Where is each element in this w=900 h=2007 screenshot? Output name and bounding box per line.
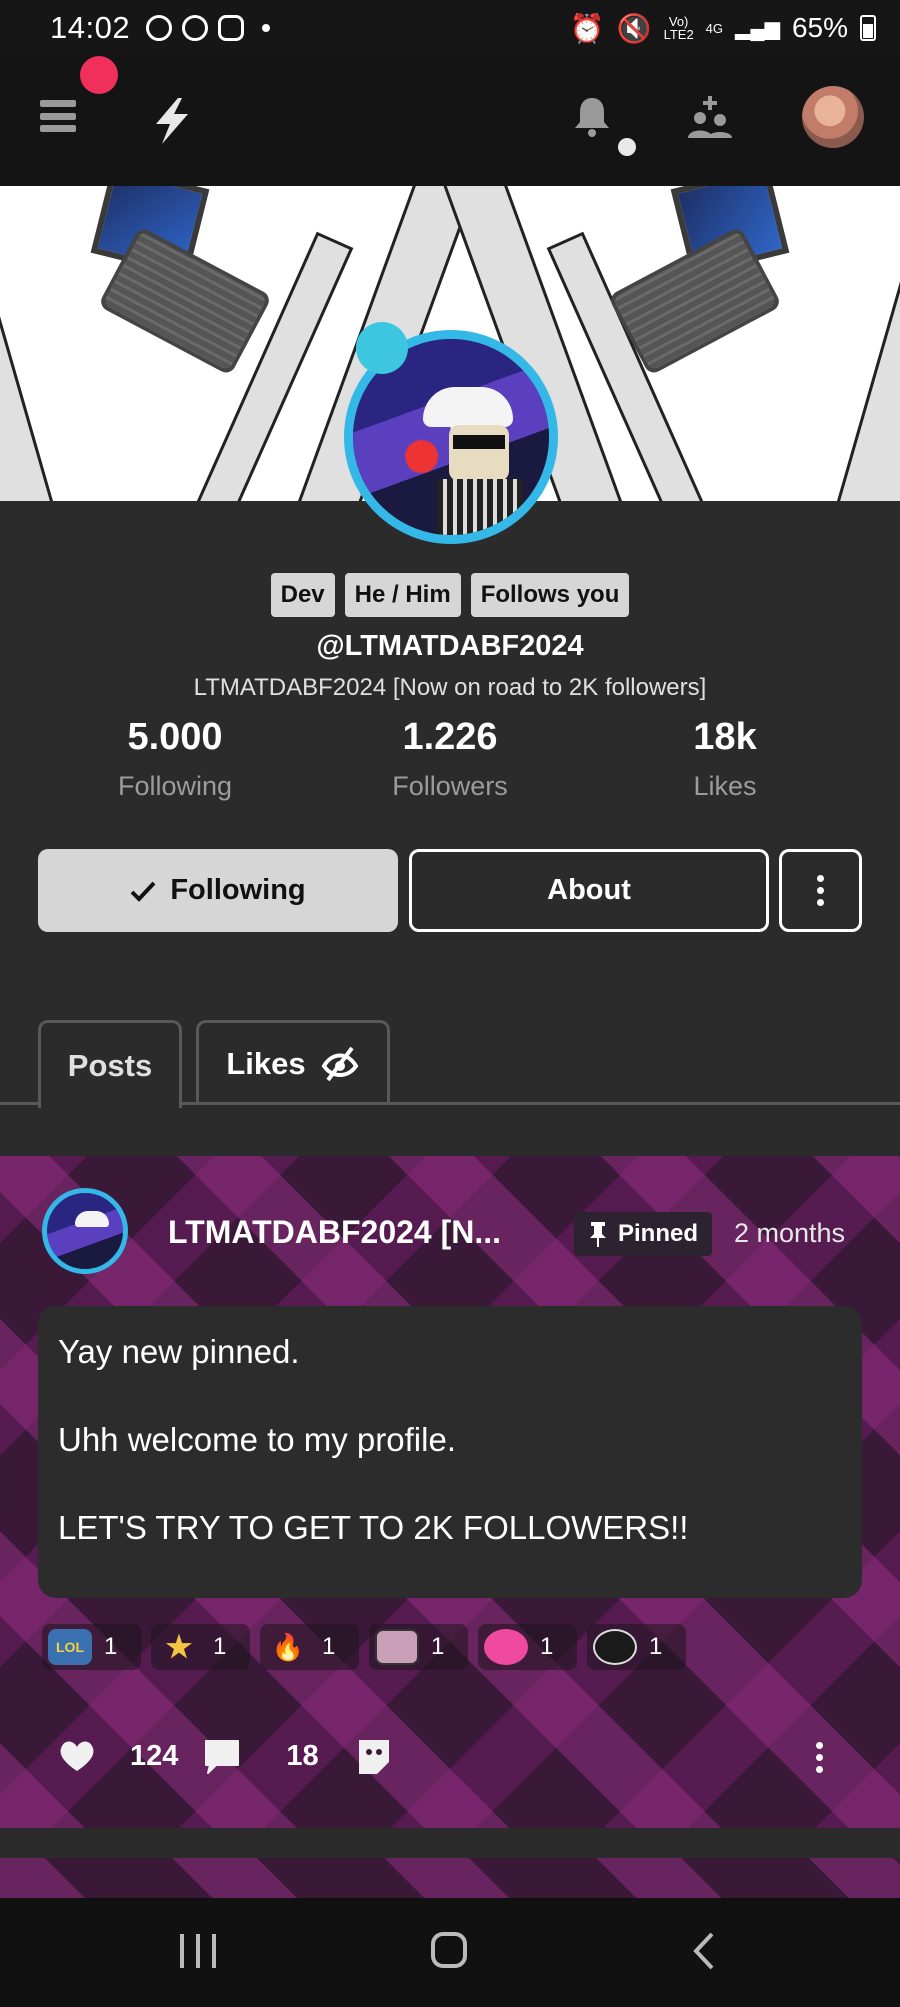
tag-dev: Dev [270,573,335,617]
lol-reaction-icon: LOL [48,1629,92,1665]
soccer-ball-icon [182,15,209,41]
about-button-label: About [547,874,631,906]
like-heart-icon[interactable] [58,1739,96,1773]
post-text-line: Yay new pinned. [58,1333,300,1370]
user-avatar[interactable] [802,86,864,148]
tab-likes-label: Likes [226,1046,306,1081]
battery-percent: 65% [791,12,848,43]
post-timestamp: 2 months [734,1218,846,1248]
pin-icon [590,1222,606,1247]
recording-indicator-icon [80,56,118,94]
tab-likes[interactable]: Likes [196,1020,390,1105]
menu-icon[interactable] [40,100,76,132]
reaction-count: 1 [104,1633,118,1660]
lightning-logo-icon[interactable] [148,96,196,146]
pinned-badge: Pinned [574,1212,713,1256]
status-time: 14:02 [50,10,131,45]
alarm-icon: ⏰ [569,12,605,44]
share-sticker-icon[interactable] [355,1736,393,1776]
profile-handle: @LTMATDABF2024 [316,630,584,662]
reaction-count: 1 [322,1633,336,1660]
mute-icon: 🔇 [616,12,652,44]
profile-more-button[interactable] [779,849,862,932]
stat-label: Followers [392,771,508,801]
tab-posts[interactable]: Posts [38,1020,182,1108]
stat-following[interactable]: 5.000 Following [65,716,285,802]
stat-value: 5.000 [127,716,223,758]
tag-pronouns: He / Him [344,573,461,617]
profile-tags: Dev He / Him Follows you [0,573,900,617]
avatar-decoration-icon [356,322,408,374]
more-notifications-dot-icon [262,24,271,32]
home-icon[interactable] [431,1932,467,1968]
pinned-label: Pinned [618,1220,699,1247]
stat-value: 18k [693,716,757,758]
reaction-count: 1 [213,1633,227,1660]
stat-followers[interactable]: 1.226 Followers [340,716,560,802]
comment-count: 18 [286,1739,319,1772]
reaction-count: 1 [431,1633,445,1660]
stat-likes[interactable]: 18k Likes [615,716,835,802]
post-text-line: Uhh welcome to my profile. [58,1421,456,1458]
friends-icon[interactable] [686,96,734,140]
status-app-icons [146,15,271,41]
star-reaction-icon: ★ [165,1630,193,1664]
post-author-avatar[interactable] [42,1188,128,1274]
signal-icon: ▂▄▆ [735,17,780,40]
reaction-ghost[interactable]: 1 [587,1624,686,1670]
network-type: 4G [705,20,724,36]
following-button-label: Following [170,874,306,906]
eye-hidden-icon [321,1046,358,1082]
fire-reaction-icon: 🔥 [271,1631,305,1662]
reaction-count: 1 [540,1633,554,1660]
recent-apps-icon[interactable] [180,1934,216,1968]
about-button[interactable]: About [409,849,769,932]
instagram-icon [218,15,245,41]
pinned-post[interactable]: LTMATDABF2024 [N... Pinned 2 months Yay … [0,1156,900,1828]
reaction-lol[interactable]: LOL 1 [42,1624,141,1670]
notifications-bell-icon[interactable] [572,94,612,138]
like-count: 124 [130,1739,179,1772]
post-more-icon[interactable] [816,1742,823,1773]
volte-indicator: Vo) LTE2 [663,14,694,42]
comment-bubble-icon[interactable] [202,1737,242,1775]
reactions-row: LOL 1 ★ 1 🔥 1 1 1 1 [42,1624,686,1670]
reaction-heart-face[interactable]: 1 [478,1624,577,1670]
notification-dot-icon [618,138,636,156]
profile-display-name: LTMATDABF2024 [Now on road to 2K followe… [193,674,707,701]
status-system-icons: ⏰ 🔇 Vo) LTE2 4G ▂▄▆ 65% [570,12,876,45]
tag-follows-you: Follows you [470,573,630,617]
ghost-reaction-icon [593,1629,637,1665]
post-author-name[interactable]: LTMATDABF2024 [N... [168,1214,501,1251]
post-separator [0,1828,900,1858]
reaction-star[interactable]: ★ 1 [151,1624,250,1670]
chrome-icon [146,15,173,41]
reaction-count: 1 [649,1633,663,1660]
status-bar: 14:02 ⏰ 🔇 Vo) LTE2 4G ▂▄▆ 65% [0,0,900,56]
sticker-reaction-icon [375,1629,419,1665]
stat-label: Likes [693,771,757,801]
post-text-line: LET'S TRY TO GET TO 2K FOLLOWERS!! [58,1509,689,1546]
back-icon[interactable] [690,1932,718,1970]
battery-icon [860,15,876,41]
heart-face-reaction-icon [484,1629,528,1665]
post-actions: 124 18 [58,1736,393,1776]
more-vertical-icon [817,875,824,906]
next-post-preview[interactable] [0,1858,900,1898]
reaction-sticker[interactable]: 1 [369,1624,468,1670]
stat-value: 1.226 [402,716,498,758]
reaction-fire[interactable]: 🔥 1 [260,1624,359,1670]
stat-label: Following [117,771,233,801]
app-header [0,56,900,186]
checkmark-icon [130,881,156,902]
tab-posts-label: Posts [67,1047,153,1083]
post-body[interactable]: Yay new pinned. Uhh welcome to my profil… [38,1306,862,1598]
following-button[interactable]: Following [38,849,398,932]
system-nav-bar [0,1898,900,2007]
